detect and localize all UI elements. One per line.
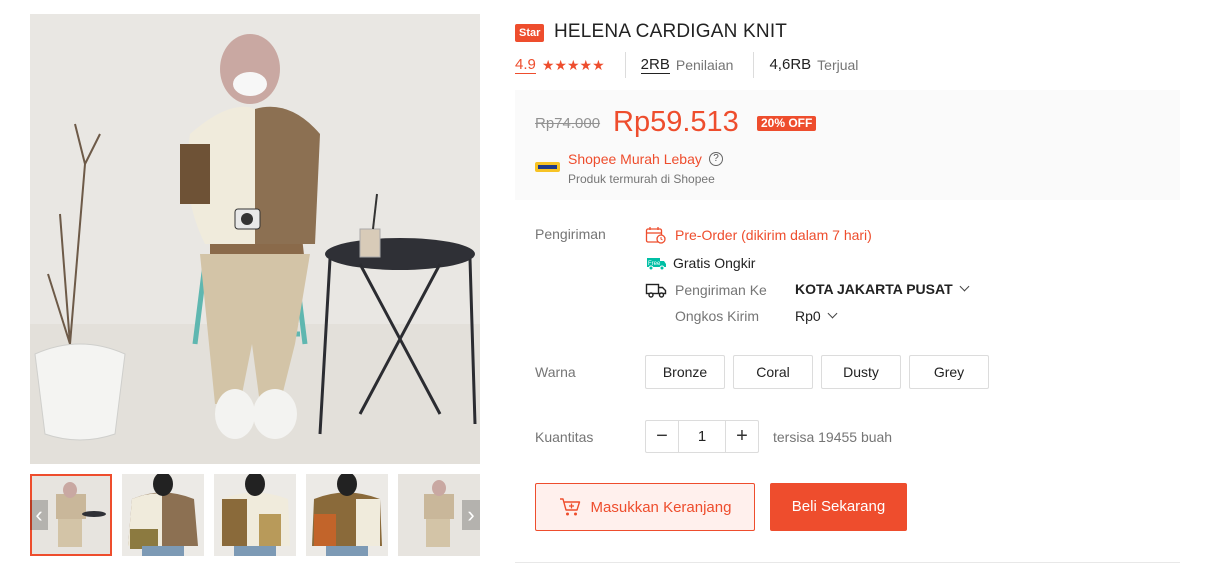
star-icon: ★	[566, 56, 580, 73]
buy-now-button[interactable]: Beli Sekarang	[770, 483, 907, 531]
promo-subtitle: Produk termurah di Shopee	[568, 172, 715, 186]
preorder-calendar-icon	[645, 227, 666, 244]
variant-option-coral[interactable]: Coral	[733, 355, 813, 389]
shipping-cost-row: Ongkos Kirim	[675, 308, 759, 324]
divider	[624, 52, 626, 78]
sold-count: 4,6RB	[769, 56, 812, 73]
product-stats: 4.9 ★★★★★ 2RB Penilaian 4,6RB Terjual	[515, 52, 858, 78]
quantity-stepper: − 1 +	[645, 420, 759, 453]
promo-title[interactable]: Shopee Murah Lebay	[568, 151, 702, 167]
city-selector[interactable]: KOTA JAKARTA PUSAT	[795, 281, 970, 297]
quantity-input[interactable]: 1	[678, 421, 726, 452]
free-shipping-text: Gratis Ongkir	[673, 255, 756, 271]
preorder-row: Pre-Order (dikirim dalam 7 hari)	[645, 226, 872, 244]
rating-value[interactable]: 4.9	[515, 56, 536, 74]
shipping-cost-selector[interactable]: Rp0	[795, 308, 838, 324]
product-title: HELENA CARDIGAN KNIT	[554, 21, 788, 42]
add-to-cart-label: Masukkan Keranjang	[590, 498, 732, 516]
thumbnail-4[interactable]	[306, 474, 388, 556]
ship-to-city[interactable]: KOTA JAKARTA PUSAT	[795, 281, 953, 297]
discount-badge: 20% OFF	[757, 116, 817, 131]
ratings-count[interactable]: 2RB	[640, 56, 670, 74]
thumbnail-2[interactable]	[122, 474, 204, 556]
variant-option-dusty[interactable]: Dusty	[821, 355, 901, 389]
help-circle-icon[interactable]: ?	[709, 152, 723, 166]
free-badge-text: Free	[648, 261, 661, 267]
variant-option-bronze[interactable]: Bronze	[645, 355, 725, 389]
chevron-right-icon[interactable]: ›	[462, 500, 480, 530]
star-rating: ★★★★★	[542, 57, 605, 74]
shipping-label: Pengiriman	[535, 226, 606, 242]
quantity-label: Kuantitas	[535, 429, 594, 445]
star-icon: ★	[554, 56, 567, 73]
preorder-text: Pre-Order (dikirim dalam 7 hari)	[675, 227, 872, 243]
thumbnail-strip: ‹ ›	[30, 474, 480, 556]
ratings-label: Penilaian	[675, 57, 734, 73]
cart-plus-icon	[559, 498, 580, 516]
stock-remaining: tersisa 19455 buah	[773, 429, 893, 445]
shipping-cost-value[interactable]: Rp0	[795, 308, 821, 324]
divider	[515, 562, 1180, 563]
free-shipping-row: Free Gratis Ongkir	[645, 254, 755, 272]
price-box: Rp74.000 Rp59.513 20% OFF Shopee Murah L…	[515, 90, 1180, 200]
free-shipping-icon: Free	[647, 258, 666, 271]
divider	[753, 52, 755, 78]
chevron-down-icon[interactable]	[827, 308, 838, 318]
truck-icon	[645, 283, 667, 298]
original-price: Rp74.000	[535, 115, 601, 132]
ship-to-label: Pengiriman Ke	[675, 282, 767, 298]
shipping-cost-label: Ongkos Kirim	[675, 308, 760, 324]
quantity-decrease-button[interactable]: −	[646, 421, 678, 452]
star-seller-badge: Star	[515, 24, 545, 42]
ship-to-row: Pengiriman Ke	[645, 281, 767, 299]
variant-option-grey[interactable]: Grey	[909, 355, 989, 389]
thumbnail-3[interactable]	[214, 474, 296, 556]
variant-label: Warna	[535, 364, 576, 380]
add-to-cart-button[interactable]: Masukkan Keranjang	[535, 483, 755, 531]
chevron-down-icon[interactable]	[959, 281, 970, 291]
shopee-murah-lebay-icon	[535, 162, 560, 172]
star-icon: ★	[541, 56, 555, 73]
current-price: Rp59.513	[613, 106, 739, 138]
sold-label: Terjual	[817, 57, 859, 73]
quantity-increase-button[interactable]: +	[726, 421, 758, 452]
main-product-image[interactable]	[30, 14, 480, 464]
star-icon: ★	[579, 56, 593, 73]
star-icon: ★	[592, 56, 605, 73]
chevron-left-icon[interactable]: ‹	[30, 500, 48, 530]
